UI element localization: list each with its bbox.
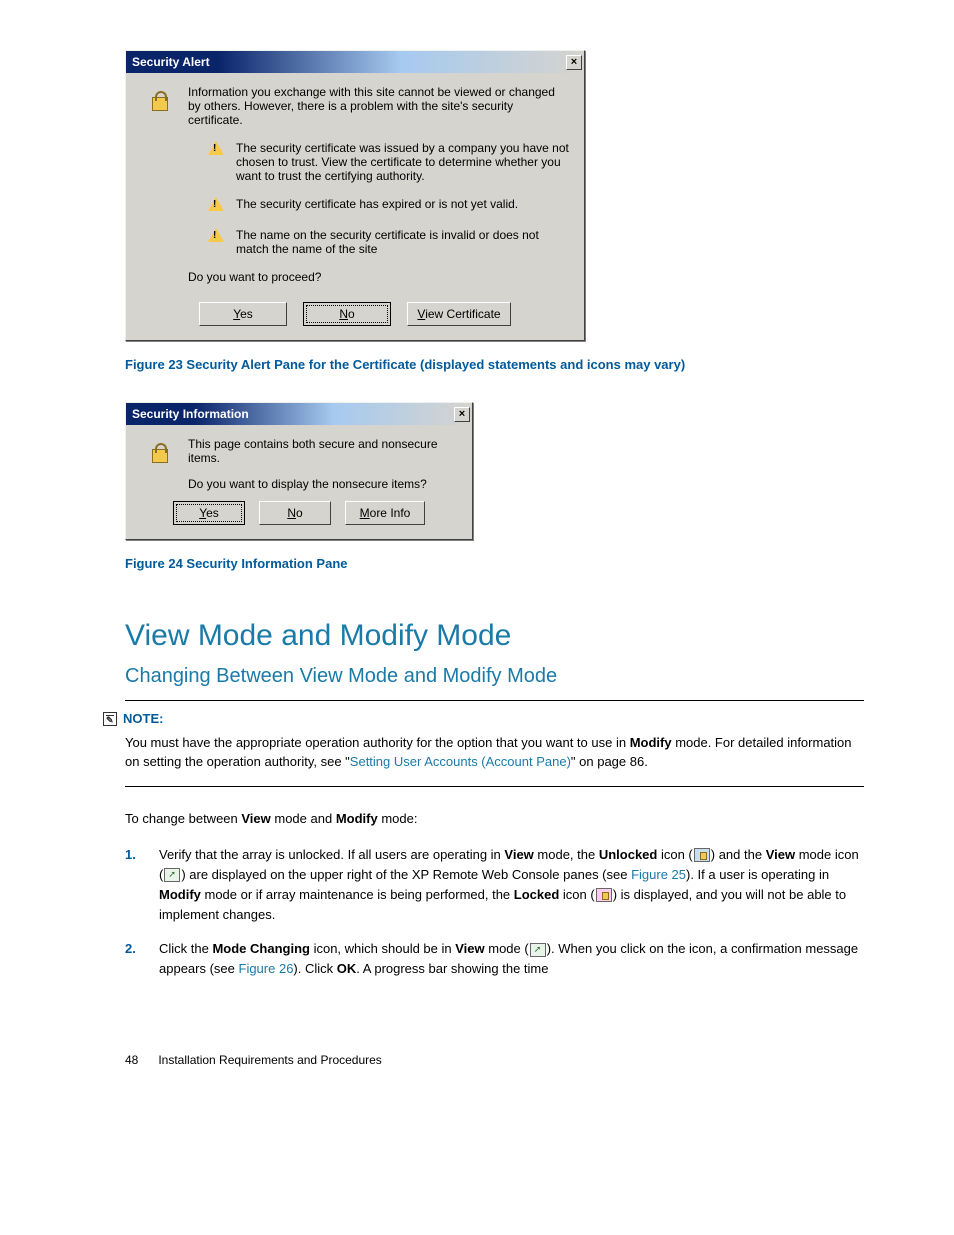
dialog-title: Security Alert: [132, 55, 210, 69]
warning-icon: [208, 197, 224, 211]
cert-point-1: The security certificate was issued by a…: [236, 141, 570, 183]
dialog-titlebar: Security Information ×: [126, 403, 472, 425]
view-certificate-button[interactable]: View Certificate: [407, 302, 511, 326]
dialog-titlebar: Security Alert ×: [126, 51, 584, 73]
secinfo-line1: This page contains both secure and nonse…: [188, 437, 458, 465]
unlocked-icon: [694, 848, 710, 862]
note-icon: [103, 712, 117, 726]
page-number: 48: [125, 1053, 155, 1067]
heading-view-modify: View Mode and Modify Mode: [125, 619, 864, 653]
yes-button[interactable]: Yes: [199, 302, 287, 326]
no-button[interactable]: No: [303, 302, 391, 326]
intro-text: To change between View mode and Modify m…: [125, 809, 864, 829]
lock-warning-icon: [140, 85, 176, 127]
cert-point-3: The name on the security certificate is …: [236, 228, 570, 256]
step-1: Verify that the array is unlocked. If al…: [125, 845, 864, 940]
close-icon[interactable]: ×: [566, 55, 582, 70]
note-label: NOTE:: [123, 709, 163, 729]
view-mode-icon: [530, 943, 546, 957]
link-setting-accounts[interactable]: Setting User Accounts (Account Pane): [350, 754, 571, 769]
figure-23-caption: Figure 23 Security Alert Pane for the Ce…: [125, 357, 864, 372]
dialog-title: Security Information: [132, 407, 249, 421]
link-figure-25[interactable]: Figure 25: [631, 867, 686, 882]
security-alert-dialog: Security Alert × Information you exchang…: [125, 50, 585, 341]
note-block: NOTE: You must have the appropriate oper…: [125, 700, 864, 787]
close-icon[interactable]: ×: [454, 407, 470, 422]
lock-warning-icon: [140, 437, 176, 491]
note-body: You must have the appropriate operation …: [125, 733, 864, 772]
page-footer: 48 Installation Requirements and Procedu…: [125, 1053, 864, 1067]
cert-point-2: The security certificate has expired or …: [236, 197, 518, 214]
secinfo-line2: Do you want to display the nonsecure ite…: [188, 477, 458, 491]
link-figure-26[interactable]: Figure 26: [239, 961, 294, 976]
yes-button[interactable]: Yes: [173, 501, 245, 525]
security-information-dialog: Security Information × This page contain…: [125, 402, 473, 540]
no-button[interactable]: No: [259, 501, 331, 525]
warning-icon: [208, 141, 224, 155]
proceed-question: Do you want to proceed?: [188, 270, 321, 284]
step-2: Click the Mode Changing icon, which shou…: [125, 939, 864, 993]
warning-icon: [208, 228, 224, 242]
figure-24-caption: Figure 24 Security Information Pane: [125, 556, 864, 571]
dialog-intro-text: Information you exchange with this site …: [188, 85, 570, 127]
view-mode-icon: [164, 868, 180, 882]
more-info-button[interactable]: More Info: [345, 501, 425, 525]
subheading-changing-mode: Changing Between View Mode and Modify Mo…: [125, 665, 864, 688]
footer-section: Installation Requirements and Procedures: [158, 1053, 381, 1067]
locked-icon: [596, 888, 612, 902]
